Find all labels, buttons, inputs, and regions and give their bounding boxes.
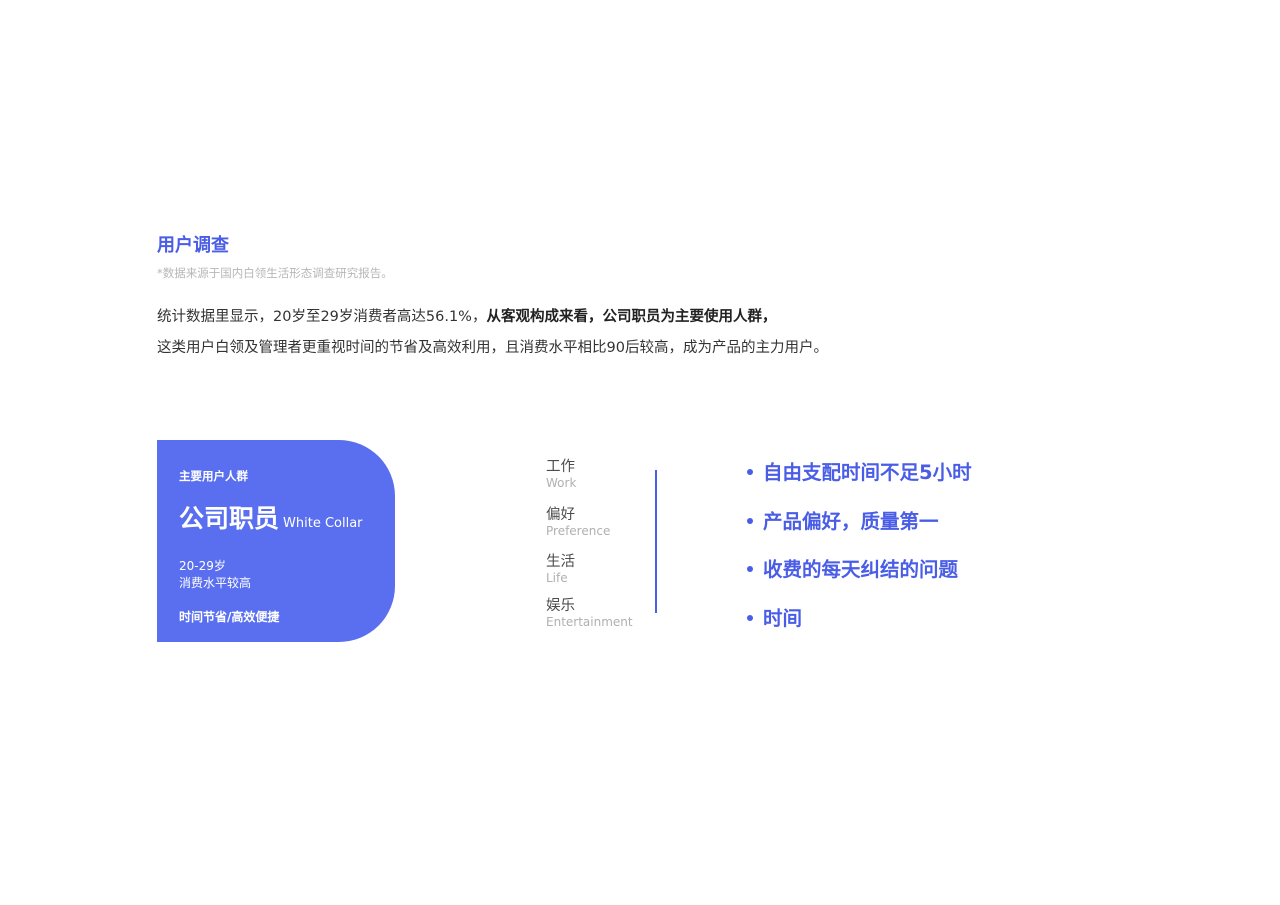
bullet-item: 收费的每天纠结的问题 [747,557,958,583]
category-entertainment-en: Entertainment [546,615,633,629]
bullet-item: 时间 [747,606,802,632]
category-work: 工作 Work [546,458,576,491]
bullet-text: 时间 [763,607,803,630]
category-life-en: Life [546,571,568,585]
bullet-dot-icon [747,517,753,524]
bullet-item: 自由支配时间不足5小时 [747,460,972,486]
persona-age: 20-29岁 [179,559,226,573]
category-entertainment-zh: 娱乐 [546,598,575,614]
category-preference-en: Preference [546,524,611,538]
intro-line-1-text: 统计数据里显示，20岁至29岁消费者高达56.1%， [157,309,487,325]
persona-consumption: 消费水平较高 [179,576,252,590]
intro-paragraph: 统计数据里显示，20岁至29岁消费者高达56.1%，从客观构成来看，公司职员为主… [157,302,977,364]
bullet-text: 产品偏好，质量第一 [763,510,939,533]
intro-line-1: 统计数据里显示，20岁至29岁消费者高达56.1%，从客观构成来看，公司职员为主… [157,302,977,333]
persona-title-row: 公司职员 White Collar [179,502,363,541]
category-work-en: Work [546,476,577,490]
persona-label: 主要用户人群 [179,469,248,483]
persona-title: 公司职员 [179,504,280,533]
category-entertainment: 娱乐 Entertainment [546,597,633,630]
persona-card: 主要用户人群 公司职员 White Collar 20-29岁 消费水平较高 时间… [157,440,395,642]
source-note: *数据来源于国内白领生活形态调查研究报告。 [157,266,393,280]
intro-line-1-highlight: 从客观构成来看，公司职员为主要使用人群， [486,309,777,325]
bullet-text: 自由支配时间不足5小时 [763,461,972,484]
bullet-item: 产品偏好，质量第一 [747,509,939,535]
category-work-zh: 工作 [546,459,575,475]
intro-line-2: 这类用户白领及管理者更重视时间的节省及高效利用，且消费水平相比90后较高，成为产… [157,340,828,356]
bullet-dot-icon [747,565,753,572]
persona-feature: 时间节省/高效便捷 [179,610,280,624]
category-life: 生活 Life [546,553,575,586]
category-preference: 偏好 Preference [546,506,610,539]
bullet-dot-icon [747,614,753,621]
section-title: 用户调查 [157,235,229,256]
bullet-dot-icon [747,468,753,475]
persona-title-en: White Collar [283,516,363,531]
category-preference-zh: 偏好 [546,507,575,523]
category-life-zh: 生活 [546,554,575,570]
vertical-divider [655,470,657,613]
bullet-text: 收费的每天纠结的问题 [763,558,959,581]
